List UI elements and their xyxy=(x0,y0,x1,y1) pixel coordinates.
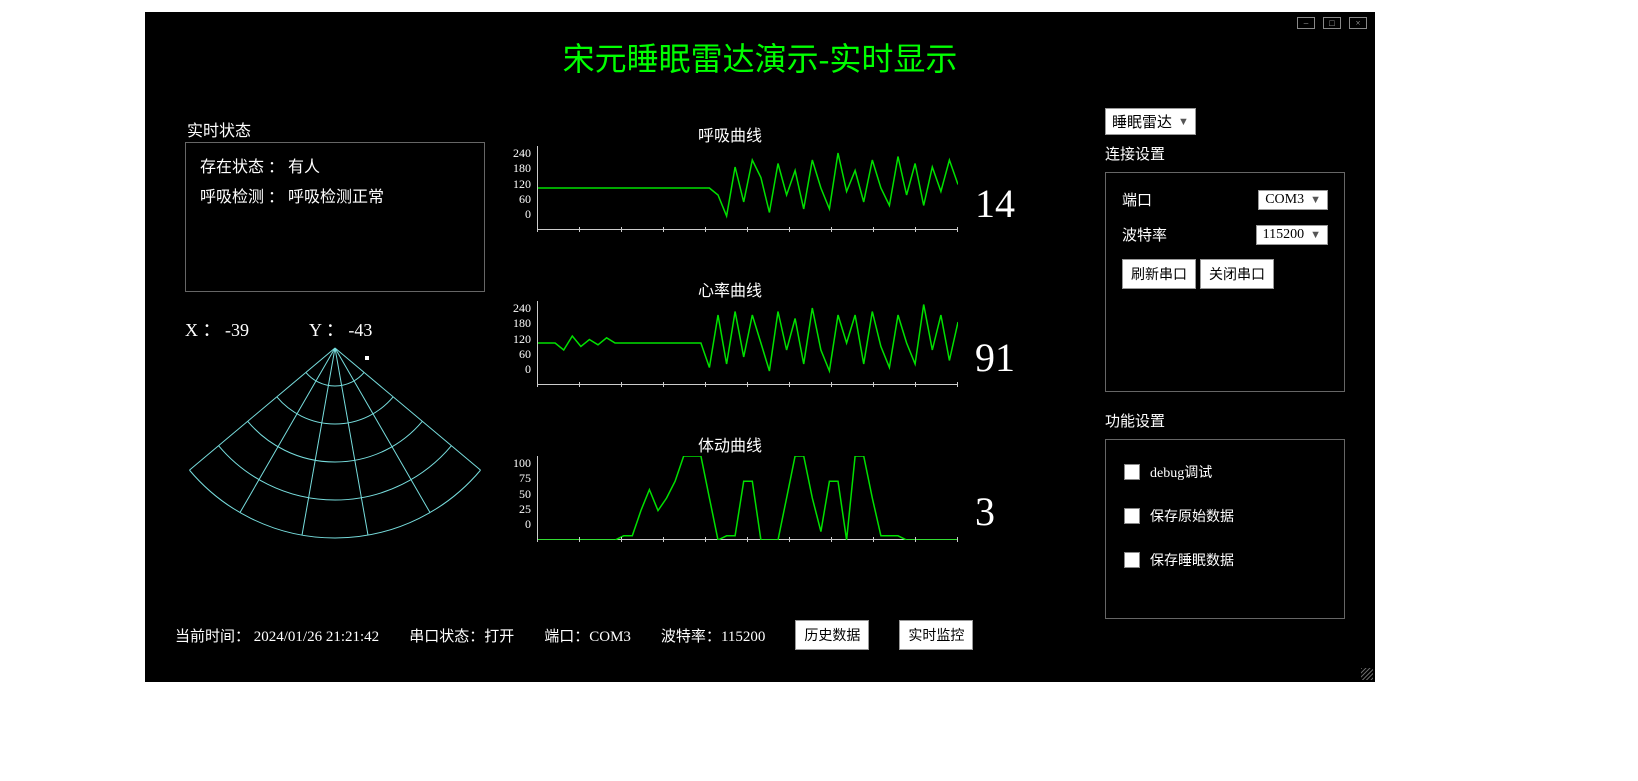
heart-value: 91 xyxy=(975,334,1055,381)
radar-fan-chart xyxy=(185,338,485,548)
maximize-button[interactable]: □ xyxy=(1323,17,1341,29)
save-raw-checkbox-row: 保存原始数据 xyxy=(1124,506,1326,526)
x-label: X ： xyxy=(185,320,221,340)
x-value: -39 xyxy=(225,320,249,340)
breath-yaxis: 240180120600 xyxy=(495,146,535,222)
realtime-status-label: 实时状态 xyxy=(187,117,251,141)
resize-grip-icon[interactable] xyxy=(1361,668,1373,680)
motion-chart-title: 体动曲线 xyxy=(495,432,965,456)
y-label: Y ： xyxy=(309,320,344,340)
mode-select-value: 睡眠雷达 xyxy=(1112,111,1172,132)
breath-detect-value: 呼吸检测正常 xyxy=(288,189,384,206)
heart-chart: 心率曲线 240180120600 xyxy=(495,277,965,407)
heart-chart-title: 心率曲线 xyxy=(495,277,965,301)
chevron-down-icon: ▼ xyxy=(1310,194,1321,206)
port-label: 端口 xyxy=(1122,189,1152,210)
motion-chart: 体动曲线 1007550250 xyxy=(495,432,965,562)
function-settings-panel: debug调试 保存原始数据 保存睡眠数据 xyxy=(1105,439,1345,619)
statusbar-port-value: COM3 xyxy=(589,629,631,645)
save-sleep-checkbox-row: 保存睡眠数据 xyxy=(1124,550,1326,570)
presence-value: 有人 xyxy=(288,159,320,176)
statusbar-baud-label: 波特率： xyxy=(661,629,721,645)
port-select[interactable]: COM3 ▼ xyxy=(1258,190,1328,210)
debug-checkbox-row: debug调试 xyxy=(1124,462,1326,482)
serial-status-value: 打开 xyxy=(484,629,514,645)
baud-label: 波特率 xyxy=(1122,224,1167,245)
time-label: 当前时间： xyxy=(175,629,250,645)
mode-select[interactable]: 睡眠雷达 ▼ xyxy=(1105,108,1196,135)
statusbar-baud-value: 115200 xyxy=(721,629,765,645)
close-serial-button[interactable]: 关闭串口 xyxy=(1200,259,1274,289)
presence-label: 存在状态 ： xyxy=(200,159,284,176)
port-value: COM3 xyxy=(1265,192,1304,208)
save-sleep-checkbox-label: 保存睡眠数据 xyxy=(1150,550,1234,570)
motion-yaxis: 1007550250 xyxy=(495,456,535,532)
breath-value: 14 xyxy=(975,180,1055,227)
realtime-monitor-button[interactable]: 实时监控 xyxy=(899,620,973,650)
refresh-serial-button[interactable]: 刷新串口 xyxy=(1122,259,1196,289)
debug-checkbox[interactable] xyxy=(1124,464,1140,480)
close-button[interactable]: × xyxy=(1349,17,1367,29)
function-settings-label: 功能设置 xyxy=(1105,410,1365,431)
realtime-status-panel: 存在状态 ： 有人 呼吸检测 ： 呼吸检测正常 xyxy=(185,142,485,292)
serial-status-label: 串口状态： xyxy=(409,629,484,645)
time-value: 2024/01/26 21:21:42 xyxy=(254,629,379,645)
motion-value: 3 xyxy=(975,488,1055,535)
save-sleep-checkbox[interactable] xyxy=(1124,552,1140,568)
minimize-button[interactable]: – xyxy=(1297,17,1315,29)
breath-chart: 呼吸曲线 240180120600 xyxy=(495,122,965,252)
breath-detect-label: 呼吸检测 ： xyxy=(200,189,284,206)
baud-value: 115200 xyxy=(1263,227,1304,243)
save-raw-checkbox[interactable] xyxy=(1124,508,1140,524)
connection-settings-label: 连接设置 xyxy=(1105,143,1365,164)
y-value: -43 xyxy=(348,320,372,340)
heart-yaxis: 240180120600 xyxy=(495,301,535,377)
save-raw-checkbox-label: 保存原始数据 xyxy=(1150,506,1234,526)
page-title: 宋元睡眠雷达演示-实时显示 xyxy=(145,34,1375,80)
chevron-down-icon: ▼ xyxy=(1178,116,1189,128)
history-data-button[interactable]: 历史数据 xyxy=(795,620,869,650)
baud-select[interactable]: 115200 ▼ xyxy=(1256,225,1328,245)
status-bar: 当前时间： 2024/01/26 21:21:42 串口状态：打开 端口：COM… xyxy=(175,620,1115,650)
breath-chart-title: 呼吸曲线 xyxy=(495,122,965,146)
connection-settings-panel: 端口 COM3 ▼ 波特率 115200 ▼ 刷新串口 关闭串口 xyxy=(1105,172,1345,392)
chevron-down-icon: ▼ xyxy=(1310,229,1321,241)
statusbar-port-label: 端口： xyxy=(544,629,589,645)
debug-checkbox-label: debug调试 xyxy=(1150,462,1212,482)
